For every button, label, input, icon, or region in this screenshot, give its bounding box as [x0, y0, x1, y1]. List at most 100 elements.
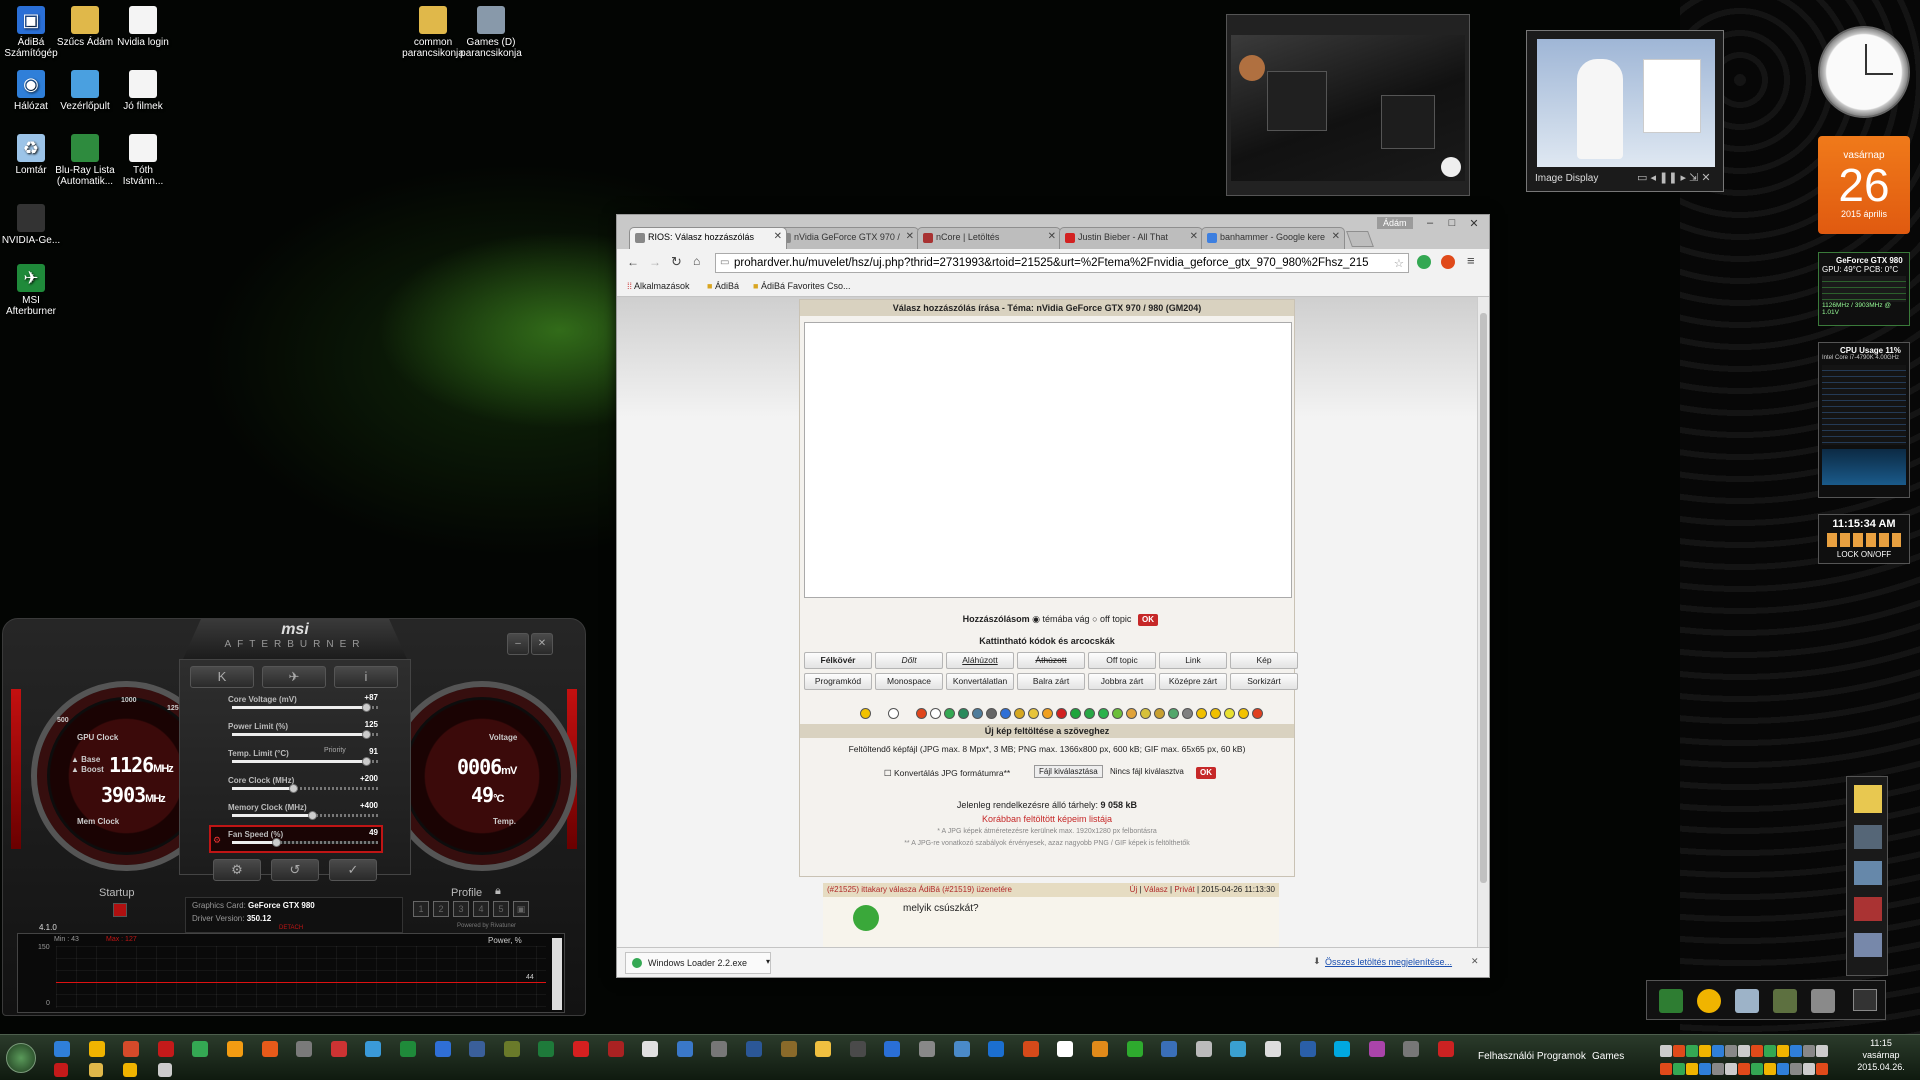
toolbar-user-programs[interactable]: Felhasználói Programok: [1478, 1051, 1586, 1062]
smiley-icon[interactable]: [1224, 708, 1235, 719]
tray-icon[interactable]: [1764, 1045, 1776, 1057]
menu-icon[interactable]: ≡: [1467, 253, 1475, 268]
tray-icon[interactable]: [1660, 1063, 1672, 1075]
graph-scrollbar[interactable]: [552, 938, 562, 1010]
italic-button[interactable]: Dőlt: [875, 652, 943, 669]
tray-icon[interactable]: [1712, 1063, 1724, 1075]
convert-checkbox[interactable]: ☐: [884, 768, 894, 778]
tray-icon[interactable]: [1686, 1063, 1698, 1075]
desktop-icon-network[interactable]: ◉ Hálózat: [0, 70, 62, 112]
taskbar-app-icon[interactable]: [503, 1041, 520, 1057]
tab-nvidia[interactable]: nVidia GeForce GTX 970 / ✕: [775, 227, 919, 249]
core-clock-slider[interactable]: Core Clock (MHz) +200: [228, 774, 378, 796]
reply-link[interactable]: Válasz: [1144, 885, 1168, 894]
smiley-icon[interactable]: [860, 708, 871, 719]
align-left-button[interactable]: Balra zárt: [1017, 673, 1085, 690]
desktop-icon-games-drive[interactable]: Games (D) parancsikonja: [460, 6, 522, 59]
download-menu-icon[interactable]: ▾: [766, 957, 770, 966]
bookmark-adiba[interactable]: ■ ÁdiBá: [707, 281, 739, 291]
smiley-icon[interactable]: [1014, 708, 1025, 719]
taskbar-app-icon[interactable]: [123, 1063, 138, 1077]
image-display-gadget[interactable]: Image Display ▭ ◂ ❚❚ ▸ ⇲ ✕: [1526, 30, 1724, 192]
slider-track[interactable]: [232, 757, 378, 766]
startup-toggle[interactable]: [113, 903, 127, 917]
smiley-icon[interactable]: [1098, 708, 1109, 719]
smiley-icon[interactable]: [1084, 708, 1095, 719]
taskbar-app-icon[interactable]: [573, 1041, 589, 1057]
upload-ok-button[interactable]: OK: [1196, 767, 1216, 779]
taskbar-app-icon[interactable]: [157, 1041, 174, 1057]
tray-icon[interactable]: [1816, 1063, 1828, 1075]
smiley-icon[interactable]: [1196, 708, 1207, 719]
tray-icon[interactable]: [1803, 1045, 1815, 1057]
align-right-button[interactable]: Jobbra zárt: [1088, 673, 1156, 690]
k-boost-button[interactable]: K: [190, 666, 254, 688]
taskbar-app-icon[interactable]: [1195, 1041, 1212, 1057]
taskbar-app-icon[interactable]: [88, 1041, 105, 1057]
dock-app-icon[interactable]: [1811, 989, 1835, 1013]
reload-icon[interactable]: ↻: [671, 254, 682, 270]
profile-slot[interactable]: 4: [473, 901, 489, 917]
desktop-icon-nvidia-login[interactable]: Nvidia login: [112, 6, 174, 48]
desktop-icon-control-panel[interactable]: Vezérlőpult: [54, 70, 116, 112]
smiley-icon[interactable]: [1112, 708, 1123, 719]
avatar[interactable]: [853, 905, 879, 931]
minimize-button[interactable]: –: [507, 633, 529, 655]
taskbar-app-icon[interactable]: [538, 1041, 555, 1057]
taskbar-app-icon[interactable]: [54, 1063, 68, 1077]
slider-track[interactable]: [232, 703, 378, 712]
bookmark-favorites[interactable]: ■ ÁdiBá Favorites Cso...: [753, 281, 850, 291]
temp-limit-slider[interactable]: Temp. Limit (°C) Priority 91: [228, 747, 378, 769]
smiley-icon[interactable]: [1182, 708, 1193, 719]
monospace-button[interactable]: Monospace: [875, 673, 943, 690]
tray-icon[interactable]: [1738, 1045, 1750, 1057]
tab-reply[interactable]: RIOS: Válasz hozzászólás ✕: [629, 227, 787, 249]
tray-icon[interactable]: [1777, 1063, 1789, 1075]
tray-icon[interactable]: [1686, 1045, 1698, 1057]
desktop-icon-good-films[interactable]: Jó filmek: [112, 70, 174, 112]
taskbar-app-icon[interactable]: [711, 1041, 728, 1057]
tray-icon[interactable]: [1751, 1063, 1763, 1075]
desktop-icon-bluray-list[interactable]: Blu-Ray Lista (Automatik...: [54, 134, 116, 187]
desktop-icon-toth[interactable]: Tóth Istvánn...: [112, 134, 174, 187]
tray-icon[interactable]: [1764, 1063, 1776, 1075]
save-profile-icon[interactable]: ▣: [513, 901, 529, 917]
slider-knob[interactable]: [362, 703, 372, 712]
unconverted-button[interactable]: Konvertálatlan: [946, 673, 1014, 690]
tray-icon[interactable]: [1790, 1063, 1802, 1075]
taskbar-app-icon[interactable]: [1299, 1041, 1316, 1057]
smiley-icon[interactable]: [1056, 708, 1067, 719]
desktop-icon-nvidia-ge[interactable]: NVIDIA-Ge...: [0, 204, 62, 246]
back-icon[interactable]: ←: [627, 255, 639, 269]
taskbar-app-icon[interactable]: [365, 1041, 382, 1057]
tray-icon[interactable]: [1673, 1045, 1685, 1057]
tray-icon[interactable]: [1712, 1045, 1724, 1057]
taskbar-app-icon[interactable]: [780, 1041, 797, 1057]
tray-icon[interactable]: [1803, 1063, 1815, 1075]
tray-icon[interactable]: [1725, 1045, 1737, 1057]
close-icon[interactable]: ✕: [1048, 231, 1056, 242]
smiley-icon[interactable]: [1126, 708, 1137, 719]
clock-buttons[interactable]: [1827, 533, 1901, 547]
smiley-icon[interactable]: [1070, 708, 1081, 719]
desktop-icon-user-folder[interactable]: Szűcs Ádám: [54, 6, 116, 48]
close-download-bar-icon[interactable]: ✕: [1471, 956, 1479, 967]
tray-icon[interactable]: [1816, 1045, 1828, 1057]
tray-icon[interactable]: [1790, 1045, 1802, 1057]
taskbar-app-icon[interactable]: [434, 1041, 451, 1057]
taskbar-app-icon[interactable]: [330, 1041, 347, 1057]
desktop-icon-common[interactable]: common parancsikonja: [402, 6, 464, 59]
smiley-icon[interactable]: [986, 708, 997, 719]
smiley-icon[interactable]: [1140, 708, 1151, 719]
dock-app-icon[interactable]: [1659, 989, 1683, 1013]
taskbar-app-icon[interactable]: [192, 1041, 209, 1057]
close-icon[interactable]: ✕: [1190, 231, 1198, 242]
smiley-icon[interactable]: [1028, 708, 1039, 719]
taskbar-app-icon[interactable]: [884, 1041, 901, 1057]
start-button[interactable]: [6, 1043, 36, 1073]
dock-app-icon[interactable]: [1735, 989, 1759, 1013]
radio-on-topic[interactable]: ◉: [1032, 614, 1042, 624]
smiley-icon[interactable]: [1238, 708, 1249, 719]
home-icon[interactable]: ⌂: [693, 254, 700, 268]
lock-icon[interactable]: 🔒︎: [495, 885, 501, 898]
